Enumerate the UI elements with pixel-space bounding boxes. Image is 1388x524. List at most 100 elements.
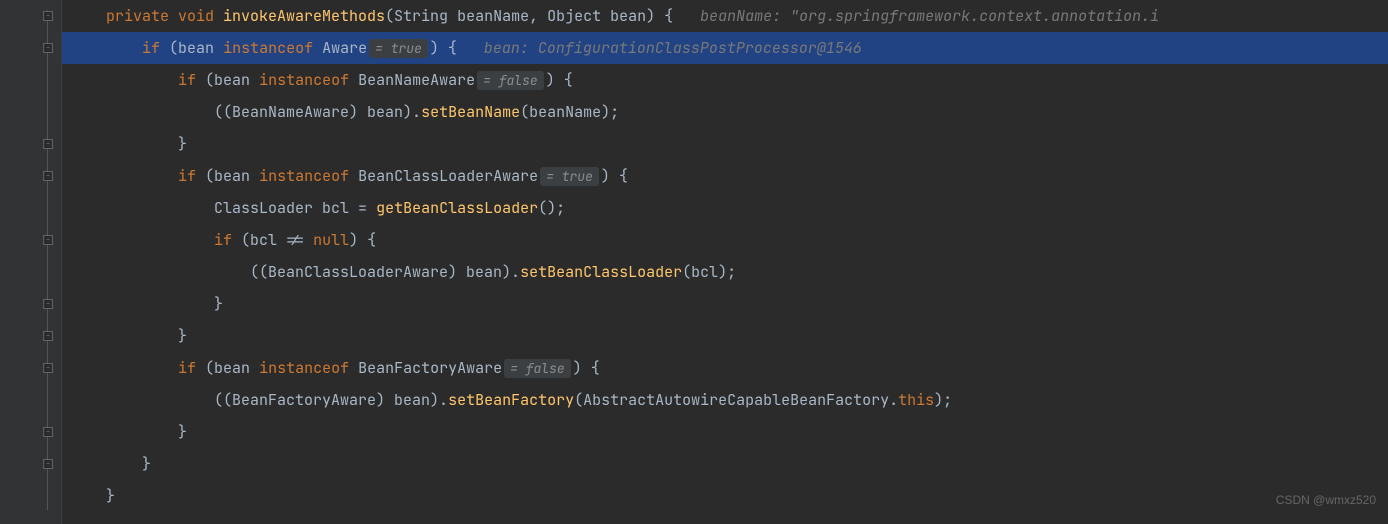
token-hint-debug: bean: ConfigurationClassPostProcessor@15… [484,38,862,58]
watermark-text: CSDN @wmxz520 [1276,484,1376,516]
token-type: BeanClassLoaderAware [358,166,538,186]
token-whitespace [70,390,214,410]
token-type: BeanNameAware [358,70,475,90]
token-punct: ( [205,166,214,186]
token-punct: ); [718,262,736,282]
token-param: bean [367,102,403,122]
token-inline-eval: = false [477,71,544,90]
token-param: bean [178,38,223,58]
token-punct: ) { [646,6,700,26]
token-kw: instanceof [223,38,322,58]
fold-toggle-icon[interactable] [42,10,54,22]
token-method: invokeAwareMethods [223,6,385,26]
token-punct: ( [205,70,214,90]
token-param: bean [394,390,430,410]
token-method: setBeanName [421,102,520,122]
token-punct: ( [205,358,214,378]
token-whitespace [70,6,106,26]
token-hint-debug: beanName: "org.springframework.context.a… [700,6,1159,26]
token-type: Aware [322,38,367,58]
token-whitespace [70,102,214,122]
code-line[interactable]: } [62,288,1388,320]
code-line[interactable]: if (bean instanceof Aware= true) { bean:… [62,32,1388,64]
token-whitespace [70,134,178,154]
token-punct: ( [169,38,178,58]
token-whitespace [70,198,214,218]
token-type: ClassLoader [214,198,322,218]
token-whitespace [70,486,106,506]
fold-toggle-icon[interactable] [42,42,54,54]
code-line[interactable]: ((BeanNameAware) bean).setBeanName(beanN… [62,96,1388,128]
token-punct: (String [385,6,457,26]
fold-toggle-icon[interactable] [42,298,54,310]
token-whitespace [70,70,178,90]
code-line[interactable]: ClassLoader bcl = getBeanClassLoader(); [62,192,1388,224]
token-punct: } [106,486,115,506]
fold-toggle-icon[interactable] [42,458,54,470]
token-punct: } [142,454,151,474]
code-line[interactable]: if (bean instanceof BeanFactoryAware= fa… [62,352,1388,384]
code-line[interactable]: } [62,128,1388,160]
token-punct: ( [682,262,691,282]
token-kw: instanceof [259,358,358,378]
token-param: bean [466,262,502,282]
token-param: beanName [529,102,601,122]
code-line[interactable]: ((BeanClassLoaderAware) bean).setBeanCla… [62,256,1388,288]
code-line[interactable]: } [62,480,1388,512]
fold-toggle-icon[interactable] [42,426,54,438]
token-param: bean [214,358,259,378]
code-line[interactable]: } [62,416,1388,448]
token-kw: if [142,38,169,58]
token-punct: ( [241,230,250,250]
token-punct: ) { [349,230,376,250]
code-line[interactable]: ((BeanFactoryAware) bean).setBeanFactory… [62,384,1388,416]
code-line[interactable]: } [62,320,1388,352]
token-whitespace [70,38,142,58]
token-whitespace [70,422,178,442]
token-punct: ). [430,390,448,410]
token-whitespace [70,230,214,250]
token-param: bcl [691,262,718,282]
token-method: setBeanClassLoader [520,262,682,282]
token-kw: instanceof [259,70,358,90]
token-param: bean [610,6,646,26]
token-kw: if [178,166,205,186]
token-punct: } [178,326,187,346]
token-inline-eval: = false [504,359,571,378]
token-punct: (AbstractAutowireCapableBeanFactory. [574,390,898,410]
token-punct: ((BeanNameAware) [214,102,367,122]
token-punct: ). [502,262,520,282]
fold-toggle-icon[interactable] [42,138,54,150]
fold-toggle-icon[interactable] [42,362,54,374]
token-inline-eval: = true [369,39,428,58]
fold-toggle-icon[interactable] [42,234,54,246]
token-kw: if [178,70,205,90]
code-line[interactable]: if (bean instanceof BeanClassLoaderAware… [62,160,1388,192]
token-param: bean [214,166,259,186]
code-line[interactable]: private void invokeAwareMethods(String b… [62,0,1388,32]
fold-toggle-icon[interactable] [42,330,54,342]
code-line[interactable]: if (bcl != null) { [62,224,1388,256]
token-type: BeanFactoryAware [358,358,502,378]
token-punct: ) { [546,70,573,90]
code-line[interactable]: } [62,448,1388,480]
token-punct: ( [520,102,529,122]
token-kw: if [214,230,241,250]
code-editor-area[interactable]: private void invokeAwareMethods(String b… [62,0,1388,524]
token-punct: ) { [601,166,628,186]
code-line[interactable]: if (bean instanceof BeanNameAware= false… [62,64,1388,96]
token-method: getBeanClassLoader [376,198,538,218]
token-punct: ) { [430,38,484,58]
token-whitespace [70,294,214,314]
token-punct: = [349,198,376,218]
token-punct: ((BeanClassLoaderAware) [250,262,466,282]
token-whitespace [70,326,178,346]
token-kw: if [178,358,205,378]
token-whitespace [70,166,178,186]
fold-toggle-icon[interactable] [42,170,54,182]
token-punct: ((BeanFactoryAware) [214,390,394,410]
token-punct: } [178,422,187,442]
token-whitespace [70,454,142,474]
token-punct: ). [403,102,421,122]
token-param: bcl [250,230,277,250]
